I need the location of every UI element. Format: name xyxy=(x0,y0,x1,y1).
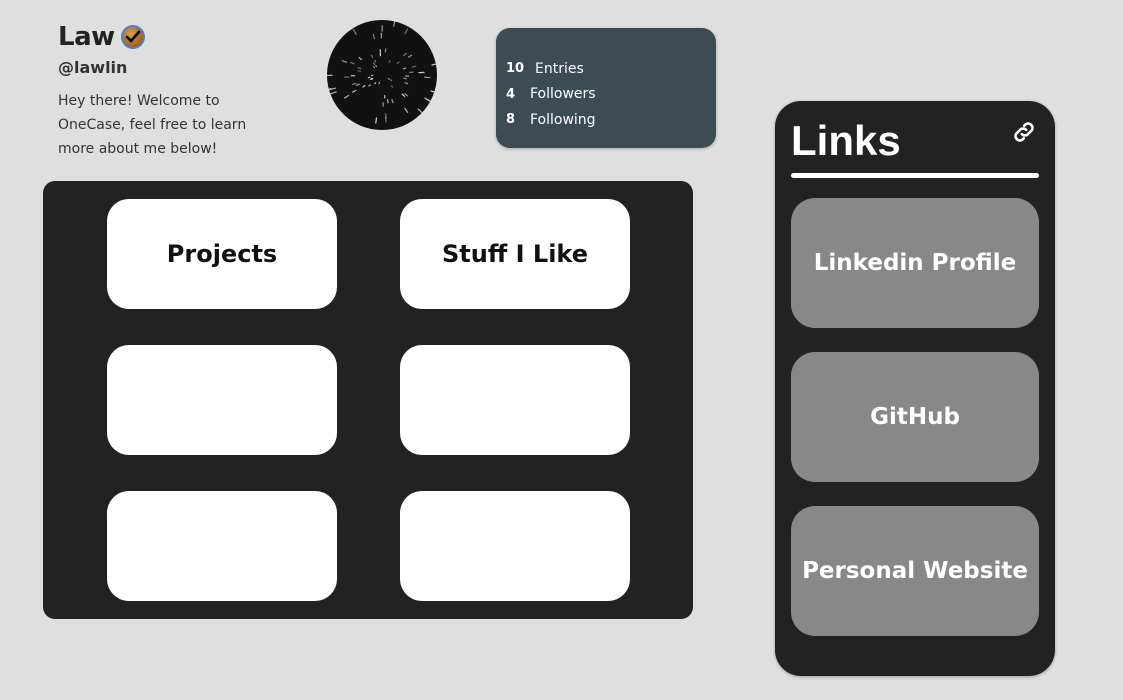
links-title: Links xyxy=(791,117,901,164)
star-streak xyxy=(425,98,433,104)
star-streak xyxy=(362,84,366,88)
star-streak xyxy=(350,61,355,65)
name-row: Law xyxy=(58,22,298,52)
star-streak xyxy=(372,65,376,69)
star-streak xyxy=(387,77,391,80)
starfield-image xyxy=(327,20,437,124)
star-streak xyxy=(351,82,357,86)
star-streak xyxy=(402,52,408,57)
star-streak xyxy=(404,28,409,35)
tile-stuff-i-like[interactable]: Stuff I Like xyxy=(400,199,630,309)
star-streak xyxy=(374,82,377,85)
star-streak xyxy=(351,89,357,93)
stat-entries[interactable]: 10 Entries xyxy=(506,56,716,82)
star-streak xyxy=(407,54,413,59)
star-streak xyxy=(389,79,393,82)
star-streak xyxy=(374,64,378,68)
star-streak xyxy=(430,90,437,94)
star-streak xyxy=(358,56,363,61)
avatar[interactable] xyxy=(327,20,437,130)
star-streak xyxy=(343,94,350,99)
tile-empty-3[interactable] xyxy=(107,345,337,455)
profile-header: Law @lawlin Hey there! Welcome to OneCas… xyxy=(58,22,298,161)
star-streak xyxy=(378,81,381,84)
star-streak xyxy=(393,20,396,27)
link-website-button[interactable]: Personal Website xyxy=(791,506,1039,636)
star-streak xyxy=(368,84,372,87)
star-streak xyxy=(391,99,394,104)
link-linkedin-button[interactable]: Linkedin Profile xyxy=(791,198,1039,328)
stat-value: 4 xyxy=(506,86,516,102)
verified-badge-icon xyxy=(120,25,145,49)
star-streak xyxy=(404,82,409,85)
sections-grid: Projects Stuff I Like xyxy=(43,181,693,619)
star-streak xyxy=(374,59,377,63)
star-streak xyxy=(403,77,407,80)
star-streak xyxy=(352,28,358,35)
star-streak xyxy=(386,99,389,104)
link-icon[interactable] xyxy=(1011,119,1037,145)
profile-bio: Hey there! Welcome to OneCase, feel free… xyxy=(58,93,247,157)
star-streak xyxy=(370,54,374,59)
link-github-button[interactable]: GitHub xyxy=(791,352,1039,482)
star-streak xyxy=(370,77,374,80)
stat-following[interactable]: 8 Following xyxy=(506,107,716,133)
links-divider xyxy=(791,173,1039,178)
stats-card: 10 Entries 4 Followers 8 Following xyxy=(496,28,716,148)
star-streak xyxy=(390,85,394,88)
star-streak xyxy=(417,108,424,114)
star-streak xyxy=(411,65,417,68)
star-streak xyxy=(330,91,337,95)
tile-empty-5[interactable] xyxy=(107,491,337,601)
stat-label: Following xyxy=(530,111,596,128)
star-streak xyxy=(384,48,387,53)
profile-handle: @lawlin xyxy=(58,58,128,77)
star-streak xyxy=(384,116,387,123)
stat-followers[interactable]: 4 Followers xyxy=(506,82,716,108)
star-streak xyxy=(341,59,348,63)
stat-label: Entries xyxy=(535,60,584,77)
stat-value: 8 xyxy=(506,112,516,128)
stat-value: 10 xyxy=(506,61,525,77)
tile-empty-4[interactable] xyxy=(400,345,630,455)
profile-name: Law xyxy=(58,22,115,52)
star-streak xyxy=(401,93,406,98)
tile-empty-6[interactable] xyxy=(400,491,630,601)
links-panel: Links Linkedin Profile GitHub Personal W… xyxy=(775,101,1055,676)
star-streak xyxy=(357,67,362,70)
star-streak xyxy=(402,67,407,70)
star-streak xyxy=(396,61,400,65)
star-streak xyxy=(372,62,376,66)
star-streak xyxy=(355,83,360,86)
star-streak xyxy=(357,70,362,72)
tile-projects[interactable]: Projects xyxy=(107,199,337,309)
stat-label: Followers xyxy=(530,86,596,103)
star-streak xyxy=(372,33,376,40)
star-streak xyxy=(404,92,409,97)
star-streak xyxy=(404,107,409,114)
star-streak xyxy=(388,60,391,63)
star-streak xyxy=(431,63,437,66)
star-streak xyxy=(375,117,378,124)
